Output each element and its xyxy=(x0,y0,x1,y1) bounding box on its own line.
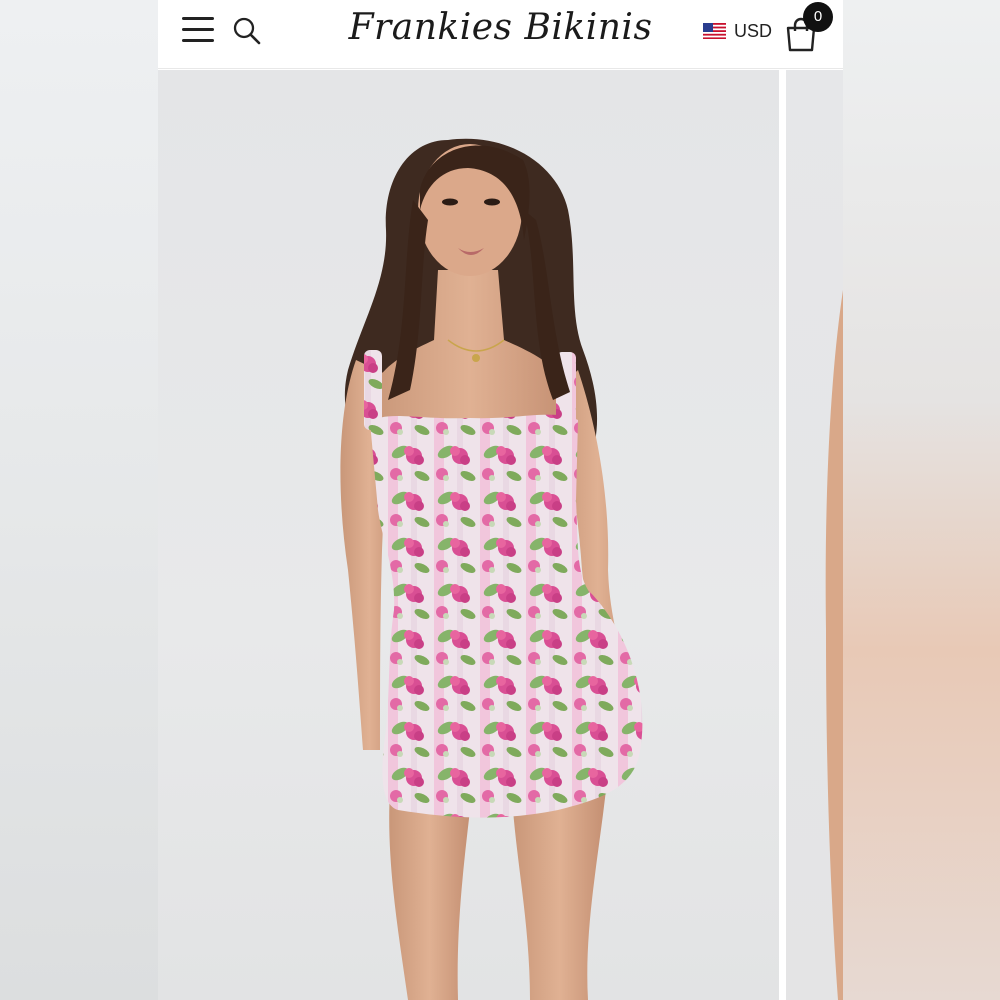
search-icon[interactable] xyxy=(232,16,262,46)
product-image-gallery[interactable] xyxy=(158,70,843,1000)
hamburger-menu-icon[interactable] xyxy=(182,14,216,46)
model-in-pink-floral-mini-dress[interactable] xyxy=(158,70,779,1000)
background-right-blur xyxy=(843,0,1000,1000)
us-flag-icon xyxy=(703,23,726,39)
site-header: Frankies Bikinis USD 0 xyxy=(158,0,843,69)
currency-selector[interactable]: USD xyxy=(703,18,772,44)
currency-label: USD xyxy=(734,20,773,41)
cart-count-badge: 0 xyxy=(803,2,833,32)
next-photo-illustration xyxy=(825,290,843,1000)
mobile-store-page: Frankies Bikinis USD 0 xyxy=(158,0,843,1000)
background-left-blur xyxy=(0,0,158,1000)
store-logo[interactable]: Frankies Bikinis xyxy=(328,6,673,50)
next-product-photo-preview[interactable] xyxy=(786,70,843,1000)
product-photo-illustration xyxy=(340,138,643,1000)
